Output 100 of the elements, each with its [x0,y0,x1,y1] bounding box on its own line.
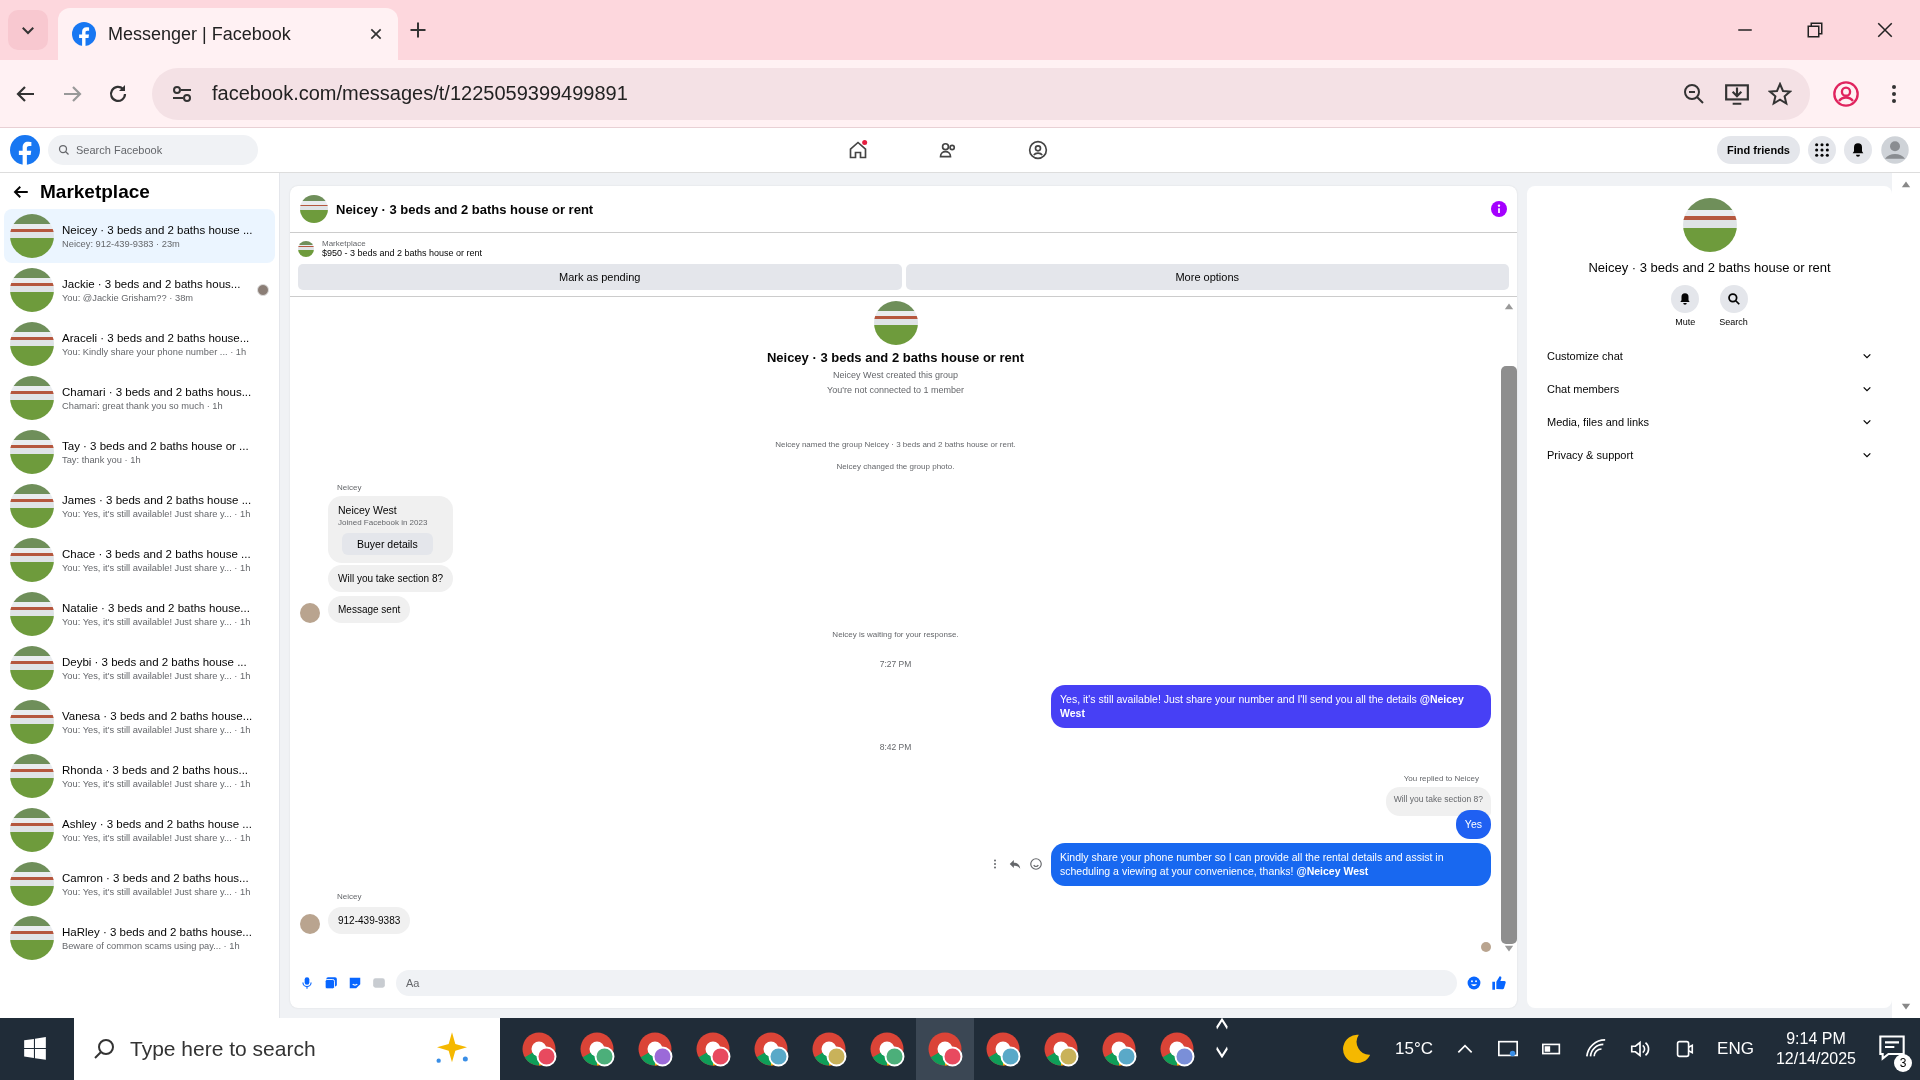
close-icon[interactable] [368,26,384,42]
smiley-icon[interactable] [1029,857,1043,872]
home-icon[interactable] [847,140,868,160]
facebook-logo-icon[interactable] [10,135,40,165]
group-info-text: Neicey West created this group [833,369,958,380]
grid-icon [1814,142,1830,158]
group-info-text: You're not connected to 1 member [827,384,964,395]
incoming-message: 912-439-9383 [328,907,411,934]
quoted-message: Will you take section 8? [1385,786,1491,816]
notifications-button[interactable] [1844,136,1872,164]
incoming-message: Message sent [328,595,411,623]
conversation-item[interactable]: Araceli · 3 beds and 2 baths house... You: Kindly share your phone number ... · 1h [4,317,275,371]
listing-action-button[interactable]: More options [905,264,1509,290]
house-photo [10,484,54,528]
conversation-item[interactable]: Neicey · 3 beds and 2 baths house ... Neicey: 912-439-9383 · 23m [4,209,275,263]
scroll-up-icon[interactable] [1899,179,1913,189]
taskbar-search-field[interactable]: Type here to search [74,1018,500,1080]
message-preview: Chamari: great thank you so much · 1h [62,400,224,411]
profile-icon[interactable] [1832,79,1860,108]
restore-icon[interactable] [1806,21,1824,39]
outgoing-message: Yes, it's still available! Just share your number and I'll send you all the details @Neicey West [1051,684,1491,728]
windows-icon[interactable] [22,1036,48,1062]
search-field[interactable]: Search Facebook [48,135,258,165]
conversation-name: Neicey · 3 beds and 2 baths house ... [62,223,254,236]
action-label: Search [1719,317,1748,327]
conversation-name: Chace · 3 beds and 2 baths house ... [62,547,252,560]
conversation-name: Araceli · 3 beds and 2 baths house... [62,331,251,344]
chrome-icon [637,1031,673,1067]
photo-icon[interactable] [324,976,338,990]
buyer-details-button[interactable]: Buyer details [342,532,433,555]
conversation-item[interactable]: Rhonda · 3 beds and 2 baths hous... You: Yes, it's still available! Just share y... · 1h [4,749,275,803]
chrome-icon [869,1031,905,1067]
message-preview: You: Yes, it's still available! Just share y... · 1h [62,616,252,627]
account-avatar-icon[interactable] [1880,135,1910,165]
speaker-icon[interactable] [1629,1038,1652,1060]
action-label: Mute [1675,317,1696,327]
url-text: facebook.com/messages/t/1225059399499891 [212,82,629,105]
conversation-item[interactable]: Camron · 3 beds and 2 baths hous... You: Yes, it's still available! Just share y... · 1h [4,857,275,911]
friends-icon[interactable] [937,140,958,160]
sender-name: Neicey [337,892,363,901]
thumbs-up-icon[interactable] [1491,975,1507,991]
new-tab-icon[interactable] [408,20,428,40]
chrome-icon [753,1031,789,1067]
message-preview: Beware of common scams using pay... · 1h [62,940,241,951]
scroll-down-icon[interactable] [1899,1002,1913,1012]
conversation-item[interactable]: James · 3 beds and 2 baths house ... You: Yes, it's still available! Just share y... · 1h [4,479,275,533]
conversation-item[interactable]: Tay · 3 beds and 2 baths house or ... Tay: thank you · 1h [4,425,275,479]
conversation-item[interactable]: Ashley · 3 beds and 2 baths house ... You: Yes, it's still available! Just share y... · 1h [4,803,275,857]
message-preview: You: Yes, it's still available! Just share y... · 1h [62,724,252,735]
browser-tab[interactable]: Messenger | Facebook [58,8,398,60]
scrollbar-thumb[interactable] [1501,366,1517,944]
house-photo [10,268,54,312]
house-photo [10,808,54,852]
conversation-item[interactable]: Chace · 3 beds and 2 baths house ... You: Yes, it's still available! Just share y... · 1h [4,533,275,587]
close-icon[interactable] [1876,21,1894,39]
house-photo [10,754,54,798]
back-icon[interactable] [12,183,30,201]
message-preview: You: Yes, it's still available! Just share y... · 1h [62,778,252,789]
sender-name: Neicey [337,482,363,492]
search-icon [92,1037,116,1061]
info-icon[interactable] [1491,201,1507,217]
conversation-item[interactable]: Chamari · 3 beds and 2 baths hous... Chamari: great thank you so much · 1h [4,371,275,425]
conversation-item[interactable]: Vanesa · 3 beds and 2 baths house... You: Yes, it's still available! Just share y... · 1h [4,695,275,749]
group-name: Neicey · 3 beds and 2 baths house or rent [766,349,1025,365]
conversation-item[interactable]: Deybi · 3 beds and 2 baths house ... You: Yes, it's still available! Just share y... · 1h [4,641,275,695]
menu-button[interactable] [1808,136,1836,164]
star-icon[interactable] [1768,81,1792,106]
house-photo [10,538,54,582]
group-photo [300,195,328,223]
section-header[interactable]: Media, files and links [1539,405,1880,438]
clock[interactable]: 9:14 PM 12/14/2025 [1775,1030,1856,1068]
mute-button[interactable] [1671,285,1700,313]
zoom-out-icon[interactable] [1682,81,1706,106]
timestamp: 7:27 PM [878,658,913,669]
system-message: Neicey named the group Neicey · 3 beds and 2 baths house or rent. [774,439,1017,449]
conversation-item[interactable]: Jackie · 3 beds and 2 baths hous... You: @Jackie Grisham?? · 38m [4,263,275,317]
listing-title: $950 - 3 beds and 2 baths house or rent [322,248,483,258]
microphone-icon[interactable] [300,976,314,990]
find-friends-button[interactable]: Find friends [1717,136,1800,164]
search-button[interactable] [1719,285,1748,313]
section-header[interactable]: Customize chat [1539,339,1880,372]
address-bar[interactable]: facebook.com/messages/t/1225059399499891 [152,67,1810,120]
language-indicator[interactable]: ENG [1717,1039,1754,1059]
groups-icon[interactable] [1027,140,1048,160]
bell-icon [1850,142,1866,158]
sticker-icon[interactable] [348,976,362,990]
listing-action-button[interactable]: Mark as pending [298,264,902,290]
scroll-up-icon[interactable] [1503,301,1515,311]
message-input[interactable]: Aa [396,970,1457,996]
conversation-item[interactable]: HaRley · 3 beds and 2 baths house... Beware of common scams using pay... · 1h [4,911,275,965]
emoji-icon[interactable] [1467,976,1481,990]
conversation-item[interactable]: Natalie · 3 beds and 2 baths house... You: Yes, it's still available! Just share y... · 1h [4,587,275,641]
search-icon [1726,292,1741,306]
conversation-name: Tay · 3 beds and 2 baths house or ... [62,439,250,452]
taskbar-app[interactable] [916,1018,974,1080]
message-preview: You: Kindly share your phone number ... · 1h [62,346,248,357]
house-photo [10,214,54,258]
section-header[interactable]: Chat members [1539,372,1880,405]
taskbar-scroll-icon[interactable] [1214,1018,1230,1058]
section-header[interactable]: Privacy & support [1539,438,1880,471]
